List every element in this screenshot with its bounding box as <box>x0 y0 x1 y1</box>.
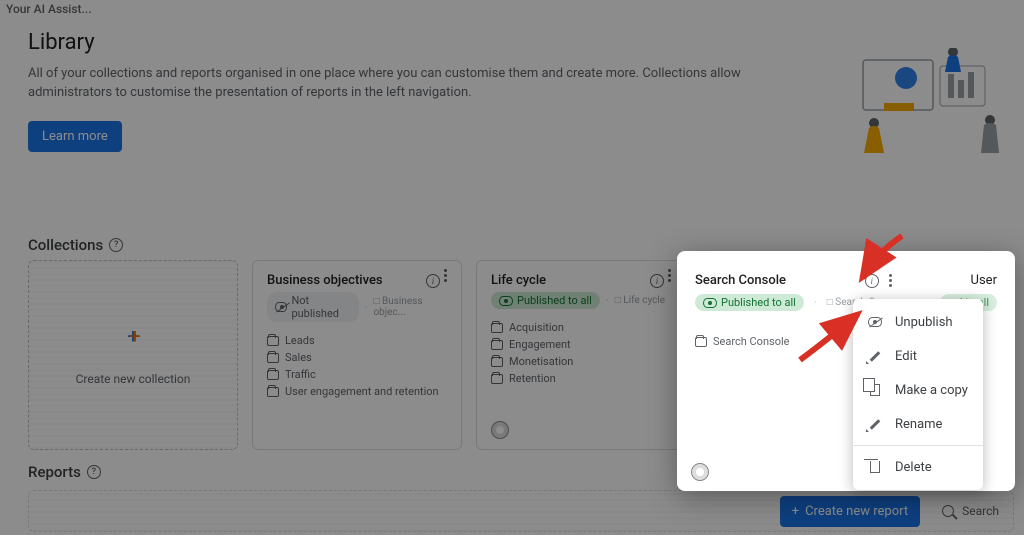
folder-icon <box>491 357 503 367</box>
card-title: Business objectives <box>267 273 383 288</box>
menu-item-rename[interactable]: Rename <box>853 407 983 441</box>
extension-name: Your AI Assist... <box>0 0 98 18</box>
globe-icon <box>491 421 509 439</box>
trash-icon <box>867 459 883 475</box>
eye-off-icon <box>275 302 287 312</box>
folder-icon <box>491 323 503 333</box>
folder-icon <box>267 387 279 397</box>
list-item[interactable]: Retention <box>491 370 671 387</box>
folder-icon <box>491 340 503 350</box>
menu-item-make-copy[interactable]: Make a copy <box>853 373 983 407</box>
pencil-icon <box>867 416 883 432</box>
reports-heading: Reports ? <box>28 463 101 481</box>
eye-off-icon <box>867 314 883 330</box>
banner-illustration <box>858 48 1008 158</box>
create-new-report-button[interactable]: + Create new report <box>780 496 920 527</box>
eye-icon <box>703 298 717 308</box>
plus-icon: + <box>792 504 799 519</box>
info-icon[interactable]: i <box>650 274 664 288</box>
list-item[interactable]: Sales <box>267 349 447 366</box>
learn-more-button[interactable]: Learn more <box>28 121 122 152</box>
list-item[interactable]: Traffic <box>267 366 447 383</box>
reports-search[interactable]: Search <box>942 504 999 518</box>
list-item[interactable]: Monetisation <box>491 353 671 370</box>
list-item[interactable]: Acquisition <box>491 319 671 336</box>
info-icon[interactable]: i <box>426 274 440 288</box>
folder-icon <box>267 353 279 363</box>
collection-card-life-cycle[interactable]: Life cycle i Published to all · □ Life c… <box>476 260 686 450</box>
page-description: All of your collections and reports orga… <box>28 65 748 103</box>
menu-divider <box>853 445 983 446</box>
create-new-collection-card[interactable]: + Create new collection <box>28 260 238 450</box>
create-collection-label: Create new collection <box>76 372 191 386</box>
help-icon[interactable]: ? <box>109 238 123 252</box>
copy-icon <box>867 382 883 398</box>
globe-icon <box>691 463 709 481</box>
user-column-label: User <box>971 273 997 288</box>
folder-icon <box>695 337 707 347</box>
menu-item-delete[interactable]: Delete <box>853 450 983 484</box>
collection-card-business-objectives[interactable]: Business objectives i Not published · □ … <box>252 260 462 450</box>
folder-icon <box>267 336 279 346</box>
pencil-icon <box>867 348 883 364</box>
card-overflow-menu: Unpublish Edit Make a copy Rename Delete <box>853 299 983 490</box>
reports-toolbar: + Create new report Search <box>28 490 1014 532</box>
status-chip-not-published: Not published <box>267 292 359 322</box>
list-item[interactable]: Leads <box>267 332 447 349</box>
folder-icon <box>491 374 503 384</box>
eye-icon <box>499 296 513 306</box>
folder-icon <box>267 370 279 380</box>
more-icon[interactable] <box>668 274 671 277</box>
more-icon[interactable] <box>889 279 892 282</box>
plus-icon: + <box>127 324 138 348</box>
search-placeholder: Search <box>962 504 999 518</box>
collections-heading: Collections ? <box>28 236 123 254</box>
list-item[interactable]: User engagement and retention <box>267 383 447 400</box>
card-title: Search Console <box>695 273 786 288</box>
more-icon[interactable] <box>444 274 447 277</box>
search-icon <box>942 505 954 517</box>
card-tag: □ Life cycle <box>615 295 665 306</box>
help-icon[interactable]: ? <box>87 465 101 479</box>
card-title: Life cycle <box>491 273 546 288</box>
status-chip-published: Published to all <box>695 294 804 311</box>
menu-item-unpublish[interactable]: Unpublish <box>853 305 983 339</box>
info-icon[interactable]: i <box>865 274 879 288</box>
menu-item-edit[interactable]: Edit <box>853 339 983 373</box>
card-tag: □ Business objec... <box>373 296 447 318</box>
list-item[interactable]: Engagement <box>491 336 671 353</box>
status-chip-published: Published to all <box>491 292 600 309</box>
